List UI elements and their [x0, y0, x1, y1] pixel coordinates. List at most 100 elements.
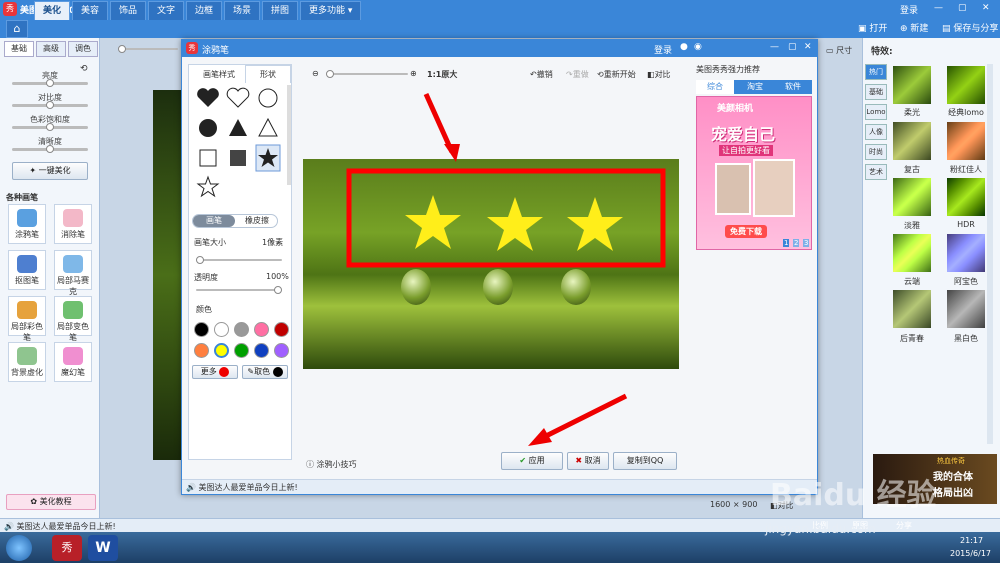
effects-tab-art[interactable]: 艺术	[865, 164, 887, 180]
effect-thumb[interactable]	[893, 66, 931, 104]
effects-tab-portrait[interactable]: 人像	[865, 124, 887, 140]
more-colors-button[interactable]: 更多	[192, 365, 238, 379]
color-swatch-purple[interactable]	[274, 343, 289, 358]
color-swatch-gray[interactable]	[234, 322, 249, 337]
contrast-slider[interactable]	[12, 101, 88, 109]
effect-thumb[interactable]	[947, 66, 985, 104]
tab-brush-style[interactable]: 画笔样式	[193, 67, 245, 83]
ad-page-1[interactable]: 1	[783, 239, 790, 247]
color-swatch-pink[interactable]	[254, 322, 269, 337]
effects-scrollbar[interactable]	[987, 64, 993, 444]
ad-tab-software[interactable]: 软件	[774, 80, 812, 94]
shape-heart-outline[interactable]	[226, 87, 250, 108]
cutout-pen-tool[interactable]: 抠图笔	[8, 250, 46, 290]
effects-tab-basic[interactable]: 基础	[865, 84, 887, 100]
color-swatch-yellow[interactable]	[214, 343, 229, 358]
shape-star-outline[interactable]	[196, 175, 220, 198]
shape-triangle-outline[interactable]	[258, 117, 278, 137]
open-button[interactable]: ▣ 打开	[858, 21, 887, 34]
tab-collage[interactable]: 拼图	[262, 1, 299, 20]
ad-download-button[interactable]: 免费下载	[725, 225, 767, 238]
status-share[interactable]: 分享	[896, 520, 912, 531]
sharpness-slider[interactable]	[12, 145, 88, 153]
close-button[interactable]: ✕	[982, 3, 990, 13]
shape-circle-outline[interactable]	[258, 88, 278, 108]
shape-star-filled[interactable]	[255, 144, 281, 172]
ad-tab-all[interactable]: 综合	[696, 80, 734, 94]
compare-button[interactable]: ◧对比	[647, 69, 671, 80]
qq-icon[interactable]: ●	[680, 42, 688, 52]
dialog-login-link[interactable]: 登录	[654, 43, 672, 56]
effects-tab-lomo[interactable]: Lomo	[865, 104, 887, 120]
effect-thumb[interactable]	[947, 234, 985, 272]
taskbar-meitu-icon[interactable]: 秀	[52, 535, 82, 561]
start-button[interactable]	[6, 535, 32, 561]
tab-more[interactable]: 更多功能 ▾	[300, 1, 362, 20]
effect-thumb[interactable]	[947, 122, 985, 160]
slider-knob[interactable]	[46, 145, 54, 153]
status-news[interactable]: 🔊 美图达人最爱单品今日上新!	[4, 521, 116, 532]
dialog-footer-news[interactable]: 🔊 美图达人最爱单品今日上新!	[186, 482, 298, 493]
tab-shape[interactable]: 形状	[245, 65, 291, 83]
pick-color-button[interactable]: ✎取色	[242, 365, 288, 379]
tab-beautify[interactable]: 美化	[34, 1, 71, 20]
slider-knob[interactable]	[46, 123, 54, 131]
shape-triangle-filled[interactable]	[229, 119, 247, 136]
saturation-slider[interactable]	[12, 123, 88, 131]
new-button[interactable]: ⊕ 新建	[900, 21, 928, 34]
zoom-slider[interactable]	[118, 45, 178, 53]
taskbar-word-icon[interactable]: W	[88, 535, 118, 561]
effects-tab-hot[interactable]: 热门	[865, 64, 887, 80]
minimize-button[interactable]: —	[934, 3, 943, 13]
color-swatch-orange[interactable]	[194, 343, 209, 358]
shape-heart-filled[interactable]	[197, 88, 219, 107]
shape-circle-filled[interactable]	[199, 119, 217, 137]
slider-knob[interactable]	[46, 101, 54, 109]
effect-thumb[interactable]	[893, 234, 931, 272]
dialog-minimize-button[interactable]: —	[770, 42, 779, 52]
save-share-button[interactable]: ▤ 保存与分享	[942, 21, 998, 34]
subtab-advanced[interactable]: 高级	[36, 41, 66, 57]
doodle-pen-tool[interactable]: 涂鸦笔	[8, 204, 46, 244]
weibo-icon[interactable]: ◉	[694, 42, 702, 52]
one-click-beautify-button[interactable]: ✦ 一键美化	[12, 162, 88, 180]
actual-size-button[interactable]: 1:1原大	[427, 69, 457, 80]
maximize-button[interactable]: ▢	[958, 3, 967, 13]
shape-square-filled[interactable]	[230, 150, 246, 166]
effect-thumb[interactable]	[947, 178, 985, 216]
mosaic-tool[interactable]: 局部马赛克	[54, 250, 92, 296]
color-swatch-green[interactable]	[234, 343, 249, 358]
doodle-canvas[interactable]	[303, 159, 679, 369]
local-recolor-pen-tool[interactable]: 局部变色笔	[54, 296, 92, 342]
slider-knob[interactable]	[274, 286, 282, 294]
tab-text[interactable]: 文字	[148, 1, 185, 20]
ad-banner[interactable]: 美颜相机 宠爱自己 让自拍更好看 免费下载 1 2 3	[696, 96, 812, 250]
ad-page-2[interactable]: 2	[793, 239, 800, 247]
restart-button[interactable]: ⟲重新开始	[597, 69, 636, 80]
effect-thumb[interactable]	[947, 290, 985, 328]
tab-beauty[interactable]: 美容	[72, 1, 109, 20]
effect-thumb[interactable]	[893, 122, 931, 160]
color-swatch-white[interactable]	[214, 322, 229, 337]
brightness-slider[interactable]	[12, 79, 88, 87]
home-icon[interactable]: ⌂	[6, 20, 28, 38]
tab-frame[interactable]: 边框	[186, 1, 223, 20]
eraser-pen-tool[interactable]: 消除笔	[54, 204, 92, 244]
brush-mode-button[interactable]: 画笔	[193, 215, 235, 227]
apply-button[interactable]: ✔ 应用	[501, 452, 563, 470]
color-swatch-blue[interactable]	[254, 343, 269, 358]
shape-scrollbar[interactable]	[287, 85, 291, 185]
magic-pen-tool[interactable]: 魔幻笔	[54, 342, 92, 382]
background-blur-tool[interactable]: 背景虚化	[8, 342, 46, 382]
zoom-in-icon[interactable]: ⊕	[410, 69, 417, 78]
slider-knob[interactable]	[46, 79, 54, 87]
effect-thumb[interactable]	[893, 290, 931, 328]
shape-square-outline[interactable]	[199, 149, 217, 167]
local-color-pen-tool[interactable]: 局部彩色笔	[8, 296, 46, 342]
dialog-close-button[interactable]: ✕	[804, 42, 812, 52]
subtab-basic[interactable]: 基础	[4, 41, 34, 57]
subtab-color[interactable]: 调色	[68, 41, 98, 57]
tutorial-button[interactable]: ✿ 美化教程	[6, 494, 96, 510]
canvas-zoom-slider[interactable]	[326, 70, 408, 78]
slider-knob[interactable]	[196, 256, 204, 264]
